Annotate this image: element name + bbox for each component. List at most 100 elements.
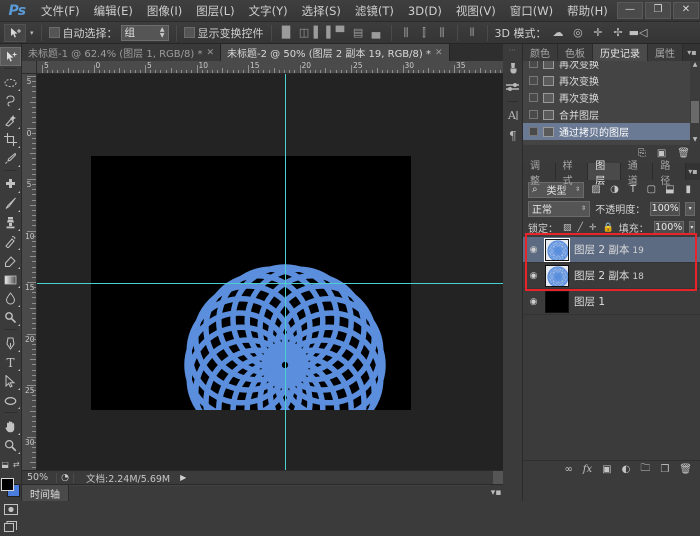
tool-dodge[interactable] (0, 308, 21, 327)
align-left-edges-icon[interactable]: ▐▌ (279, 25, 294, 40)
tool-hand[interactable] (0, 417, 21, 436)
document-tab-2[interactable]: 未标题-2 @ 50% (图层 2 副本 19, RGB/8) * ✕ (221, 44, 450, 61)
show-transform-controls-checkbox[interactable] (184, 27, 195, 38)
link-layers-icon[interactable]: ∞ (564, 464, 572, 475)
fill-value[interactable]: 100% (654, 221, 684, 235)
new-fill-adjustment-icon[interactable]: ◐ (622, 464, 631, 475)
filter-shape-icon[interactable]: ▢ (645, 184, 658, 195)
tool-spot-healing-brush[interactable] (0, 175, 21, 194)
close-button[interactable]: ✕ (673, 2, 699, 19)
tool-type[interactable]: T (0, 353, 21, 372)
quick-mask-toggle[interactable] (0, 500, 21, 518)
distribute-vertical-centers-icon[interactable]: ⫿ (417, 25, 432, 40)
scroll-down-icon[interactable]: ▼ (690, 136, 700, 145)
auto-select-checkbox[interactable] (49, 27, 60, 38)
tab-swatches[interactable]: 色板 (558, 44, 593, 61)
lock-transparency-icon[interactable]: ▨ (563, 223, 572, 233)
layer-style-fx-icon[interactable]: fx (583, 464, 592, 475)
align-top-edges-icon[interactable]: ▀ (333, 25, 348, 40)
menu-select[interactable]: 选择(S) (295, 0, 348, 22)
tool-quick-selection[interactable] (0, 111, 21, 130)
menu-window[interactable]: 窗口(W) (503, 0, 560, 22)
filter-toggle-switch[interactable]: ▮ (682, 184, 695, 195)
history-snapshot-checkbox[interactable] (529, 127, 538, 136)
mode3d-pan-icon[interactable]: ✛ (589, 25, 606, 41)
delete-layer-icon[interactable]: 🗑 (679, 464, 692, 475)
history-scrollbar[interactable]: ▲ ▼ (690, 61, 700, 145)
swap-colors-icon[interactable]: ⇄ (13, 460, 20, 469)
layer-row[interactable]: ◉ 图层 2 副本19 (523, 237, 700, 263)
brush-preset-icon[interactable] (503, 58, 523, 78)
menu-layer[interactable]: 图层(L) (189, 0, 241, 22)
tool-brush[interactable] (0, 194, 21, 213)
distribute-left-edges-icon[interactable]: ⦀ (465, 25, 480, 40)
tab-paths[interactable]: 路径 (653, 163, 686, 180)
tool-eyedropper[interactable] (0, 149, 21, 168)
align-horizontal-centers-icon[interactable]: ◫ (297, 25, 312, 40)
history-list[interactable]: 再次变换 再次变换 再次变换 合并图层 (523, 61, 700, 145)
menu-image[interactable]: 图像(I) (140, 0, 189, 22)
opacity-dropdown-arrow-icon[interactable]: ▾ (685, 202, 695, 216)
tab-channels[interactable]: 通道 (621, 163, 654, 180)
tool-gradient[interactable] (0, 270, 21, 289)
layer-name[interactable]: 图层 2 副本18 (574, 268, 644, 283)
character-panel-icon[interactable]: A (503, 105, 523, 125)
vertical-ruler[interactable]: 5051015202530 (22, 74, 37, 470)
layer-thumbnail[interactable] (545, 291, 569, 313)
tool-move[interactable] (0, 47, 21, 66)
layer-visibility-icon[interactable]: ◉ (527, 245, 540, 255)
history-snapshot-checkbox[interactable] (529, 61, 538, 68)
horizontal-ruler[interactable]: 50510152025303540 (37, 61, 503, 74)
menu-view[interactable]: 视图(V) (449, 0, 503, 22)
tab-adjustments[interactable]: 调整 (523, 163, 556, 180)
tool-crop[interactable] (0, 130, 21, 149)
layer-visibility-icon[interactable]: ◉ (527, 271, 540, 281)
tool-preset-caret-icon[interactable]: ▾ (30, 29, 34, 37)
tab-layers[interactable]: 图层 (588, 163, 621, 180)
layer-visibility-icon[interactable]: ◉ (527, 297, 540, 307)
history-snapshot-checkbox[interactable] (529, 76, 538, 85)
move-tool-icon[interactable] (4, 24, 26, 42)
mode3d-scale-icon[interactable]: ▬◁ (629, 25, 646, 41)
add-layer-mask-icon[interactable]: ▣ (602, 464, 611, 475)
foreground-color-swatch[interactable] (1, 478, 14, 491)
opacity-value[interactable]: 100% (650, 202, 680, 216)
document-tab-1[interactable]: 未标题-1 @ 62.4% (图层 1, RGB/8) * ✕ (22, 44, 221, 61)
layer-row[interactable]: ◉ 图层 1 (523, 289, 700, 315)
layers-panel-menu-icon[interactable]: ▾▪ (686, 163, 700, 180)
default-colors-icon[interactable]: ⬓ (1, 460, 9, 469)
distribute-bottom-edges-icon[interactable]: ⫼ (435, 25, 450, 40)
align-vertical-centers-icon[interactable]: ▤ (351, 25, 366, 40)
history-item-selected[interactable]: 通过拷贝的图层 (523, 123, 700, 140)
new-group-icon[interactable]: 🗀 (640, 461, 650, 478)
tool-path-selection[interactable] (0, 372, 21, 391)
new-layer-icon[interactable]: ❐ (660, 464, 669, 475)
timeline-panel-menu-icon[interactable]: ▾▪ (489, 488, 503, 498)
blend-mode-dropdown[interactable]: 正常 ⇳ (528, 201, 590, 217)
paragraph-panel-icon[interactable]: ¶ (503, 125, 523, 145)
history-panel-menu-icon[interactable]: ▾▪ (684, 44, 700, 61)
history-item[interactable]: 合并图层 (523, 106, 700, 123)
menu-file[interactable]: 文件(F) (34, 0, 87, 22)
vertical-guide[interactable] (285, 74, 286, 470)
tool-pen[interactable] (0, 334, 21, 353)
history-snapshot-checkbox[interactable] (529, 110, 538, 119)
tab-color[interactable]: 颜色 (523, 44, 558, 61)
layer-thumbnail[interactable] (545, 239, 569, 261)
menu-3d[interactable]: 3D(D) (401, 0, 449, 22)
menu-edit[interactable]: 编辑(E) (87, 0, 140, 22)
auto-select-group-dropdown[interactable]: 组 ▲▼ (121, 25, 169, 41)
align-right-edges-icon[interactable]: ▌▐ (315, 25, 330, 40)
layer-name[interactable]: 图层 2 副本19 (574, 242, 644, 257)
tab-history[interactable]: 历史记录 (593, 44, 648, 61)
align-bottom-edges-icon[interactable]: ▄ (369, 25, 384, 40)
tool-blur[interactable] (0, 289, 21, 308)
mode3d-slide-icon[interactable]: ✢ (609, 25, 626, 41)
tab-styles[interactable]: 样式 (556, 163, 589, 180)
lock-image-icon[interactable]: ╱ (578, 223, 583, 233)
zoom-level[interactable]: 50% (22, 472, 56, 483)
lock-all-icon[interactable]: 🔒 (602, 223, 613, 233)
tool-ellipse-shape[interactable] (0, 391, 21, 410)
tool-history-brush[interactable] (0, 232, 21, 251)
tab-properties[interactable]: 属性 (648, 44, 683, 61)
